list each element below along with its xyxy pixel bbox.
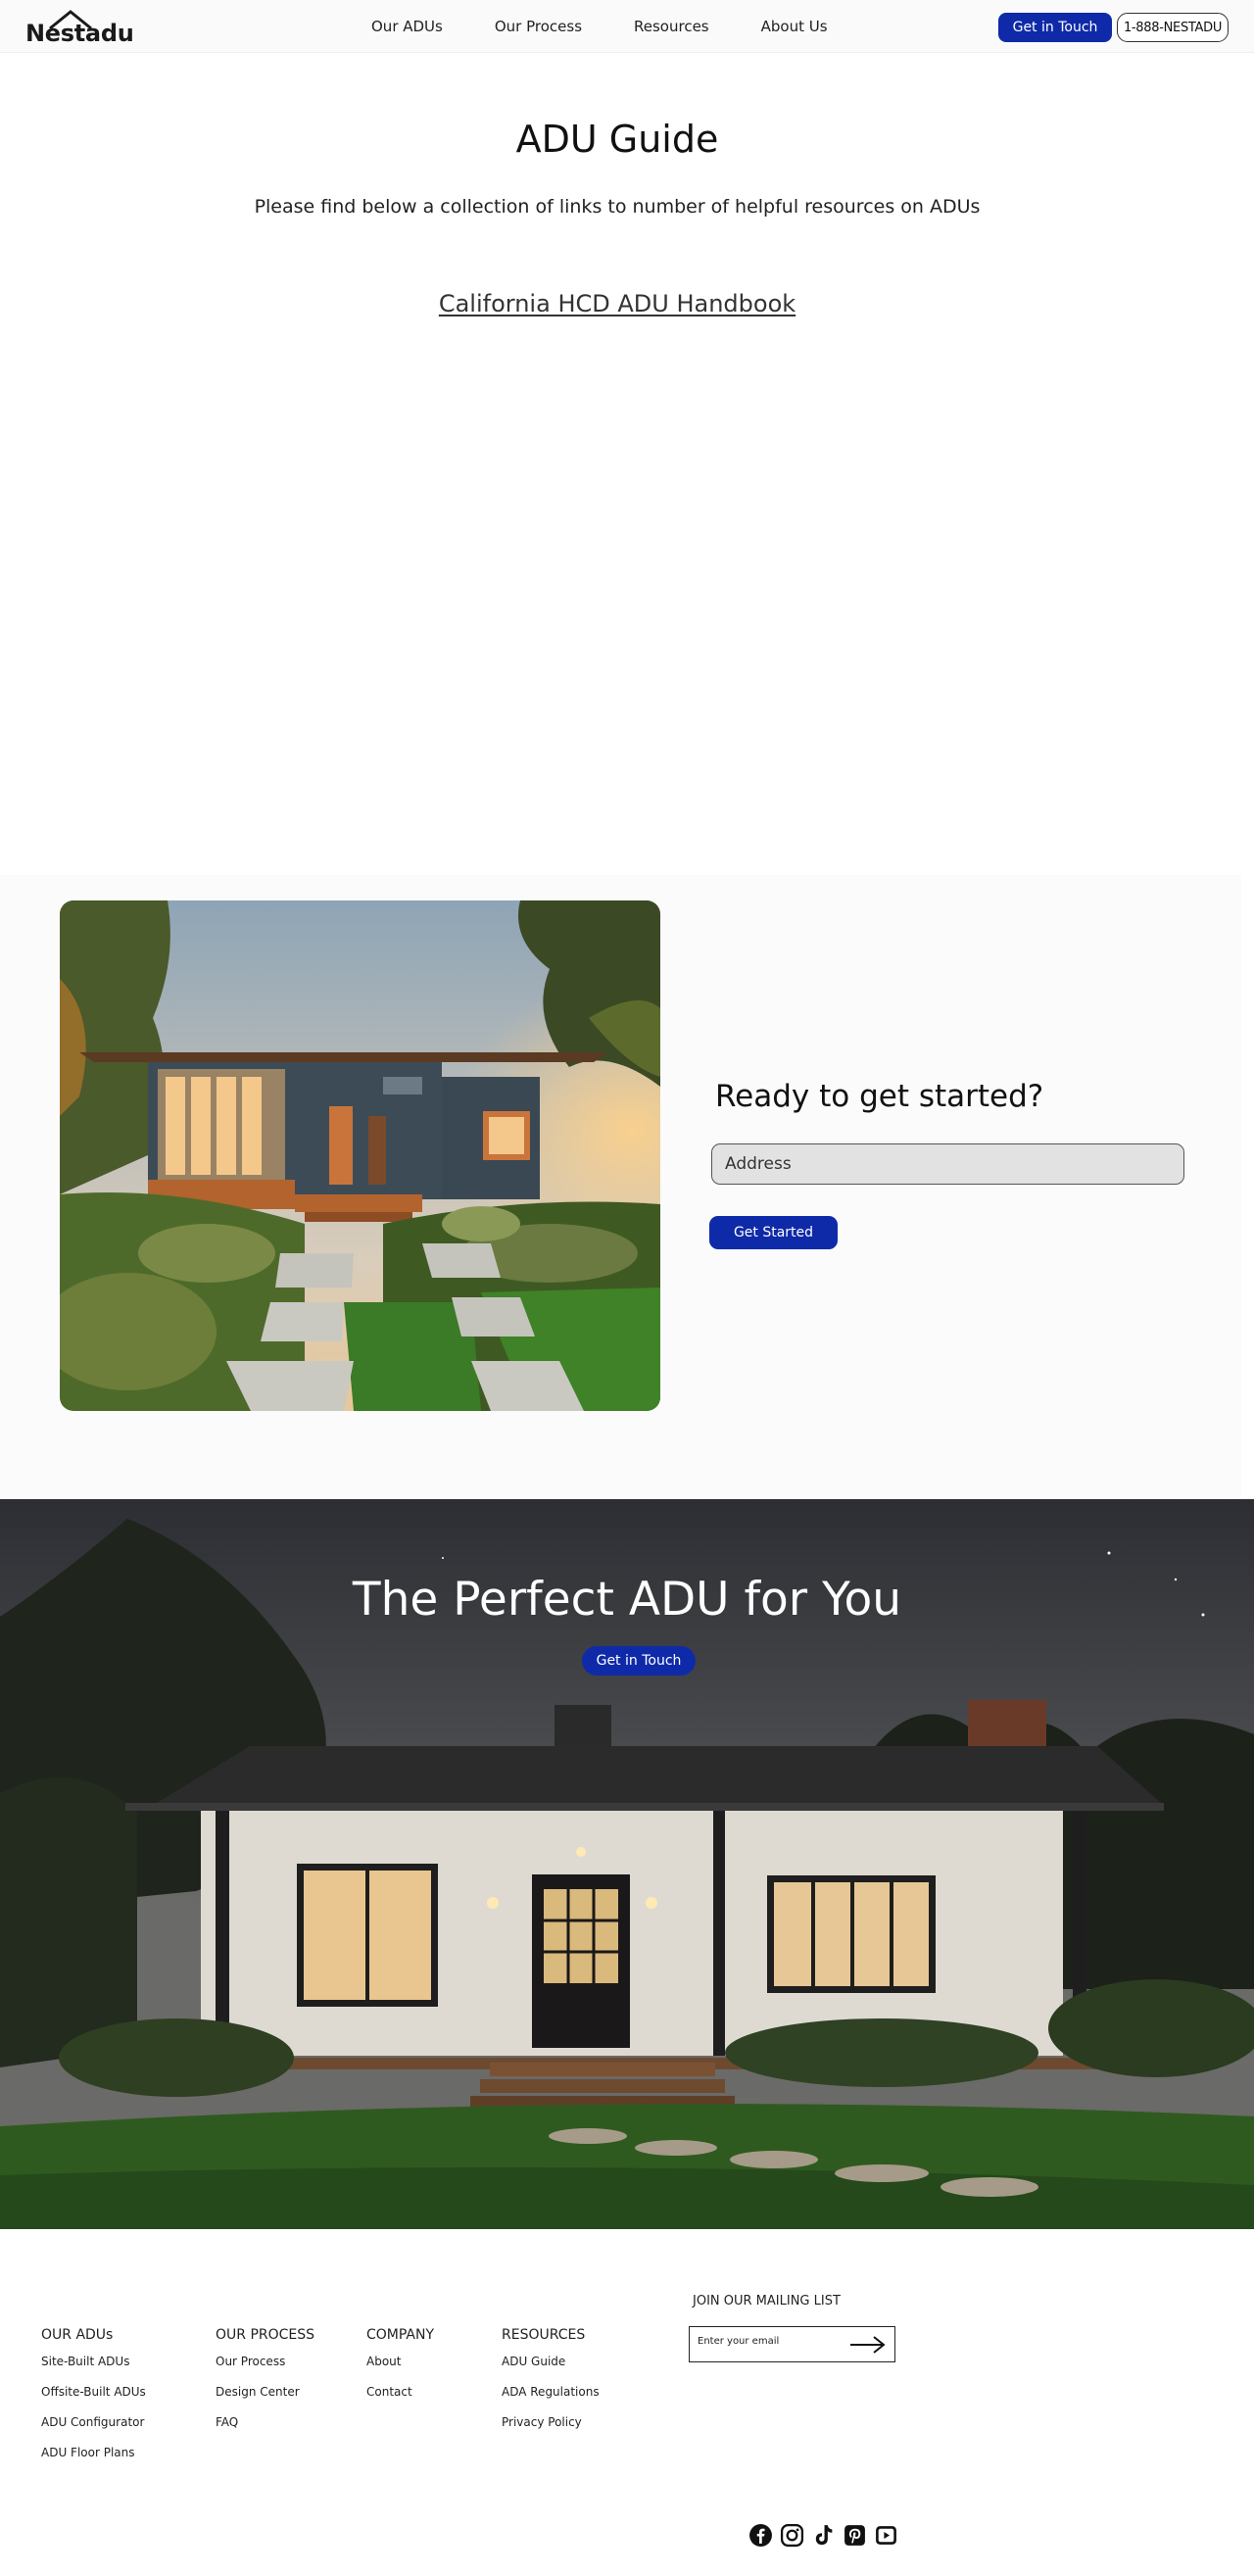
arrow-right-icon[interactable] — [849, 2335, 887, 2355]
footer-link[interactable]: ADA Regulations — [502, 2385, 600, 2399]
nav-link-our-adus[interactable]: Our ADUs — [371, 18, 443, 35]
footer-col-company: COMPANY About Contact — [366, 2327, 434, 2415]
footer-link[interactable]: ADU Floor Plans — [41, 2446, 146, 2459]
footer-heading: RESOURCES — [502, 2327, 586, 2343]
handbook-link-row: California HCD ADU Handbook — [0, 290, 1234, 317]
mailing-list-label: JOIN OUR MAILING LIST — [693, 2294, 841, 2309]
hero-title: The Perfect ADU for You — [352, 1573, 902, 1627]
page-title: ADU Guide — [515, 118, 719, 161]
address-input[interactable] — [711, 1143, 1184, 1185]
youtube-icon[interactable] — [874, 2523, 898, 2548]
footer-link[interactable]: ADU Guide — [502, 2355, 600, 2368]
handbook-link[interactable]: California HCD ADU Handbook — [439, 290, 796, 317]
footer: OUR ADUs Site-Built ADUs Offsite-Built A… — [0, 2229, 1254, 2576]
nav-link-our-process[interactable]: Our Process — [495, 18, 582, 35]
nav-links: Our ADUs Our Process Resources About Us — [371, 18, 880, 35]
get-started-section: Ready to get started? Get Started — [0, 875, 1241, 1499]
get-started-button[interactable]: Get Started — [709, 1216, 838, 1249]
hero-section: The Perfect ADU for You Get in Touch — [0, 1499, 1254, 2229]
footer-link[interactable]: About — [366, 2355, 434, 2368]
mailing-list-form — [689, 2326, 895, 2362]
top-nav: Nestadu Our ADUs Our Process Resources A… — [0, 0, 1254, 53]
footer-link[interactable]: ADU Configurator — [41, 2415, 146, 2429]
house-dusk-image — [60, 900, 660, 1411]
footer-link[interactable]: Design Center — [216, 2385, 314, 2399]
footer-col-our-adus: OUR ADUs Site-Built ADUs Offsite-Built A… — [41, 2327, 146, 2476]
tiktok-icon[interactable] — [811, 2523, 836, 2548]
footer-heading: COMPANY — [366, 2327, 435, 2343]
nav-link-about-us[interactable]: About Us — [761, 18, 828, 35]
footer-link[interactable]: Our Process — [216, 2355, 314, 2368]
pinterest-icon[interactable] — [843, 2523, 867, 2548]
instagram-icon[interactable] — [780, 2523, 804, 2548]
footer-heading: OUR PROCESS — [216, 2327, 315, 2343]
footer-link[interactable]: Contact — [366, 2385, 434, 2399]
footer-col-resources: RESOURCES ADU Guide ADA Regulations Priv… — [502, 2327, 600, 2446]
get-in-touch-button[interactable]: Get in Touch — [998, 13, 1112, 42]
phone-button[interactable]: 1-888-NESTADU — [1117, 13, 1229, 42]
footer-link[interactable]: Privacy Policy — [502, 2415, 600, 2429]
page-subtitle: Please find below a collection of links … — [254, 196, 981, 218]
email-field[interactable] — [698, 2336, 844, 2347]
footer-heading: OUR ADUs — [41, 2327, 114, 2343]
nav-link-resources[interactable]: Resources — [634, 18, 709, 35]
ready-title: Ready to get started? — [715, 1079, 1044, 1114]
facebook-icon[interactable] — [748, 2523, 773, 2548]
footer-link[interactable]: Offsite-Built ADUs — [41, 2385, 146, 2399]
logo-text: Nestadu — [25, 20, 134, 47]
social-links — [748, 2523, 905, 2548]
footer-link[interactable]: Site-Built ADUs — [41, 2355, 146, 2368]
footer-col-our-process: OUR PROCESS Our Process Design Center FA… — [216, 2327, 314, 2446]
nestadu-logo[interactable]: Nestadu — [25, 6, 134, 49]
footer-link[interactable]: FAQ — [216, 2415, 314, 2429]
hero-get-in-touch-button[interactable]: Get in Touch — [582, 1646, 696, 1676]
